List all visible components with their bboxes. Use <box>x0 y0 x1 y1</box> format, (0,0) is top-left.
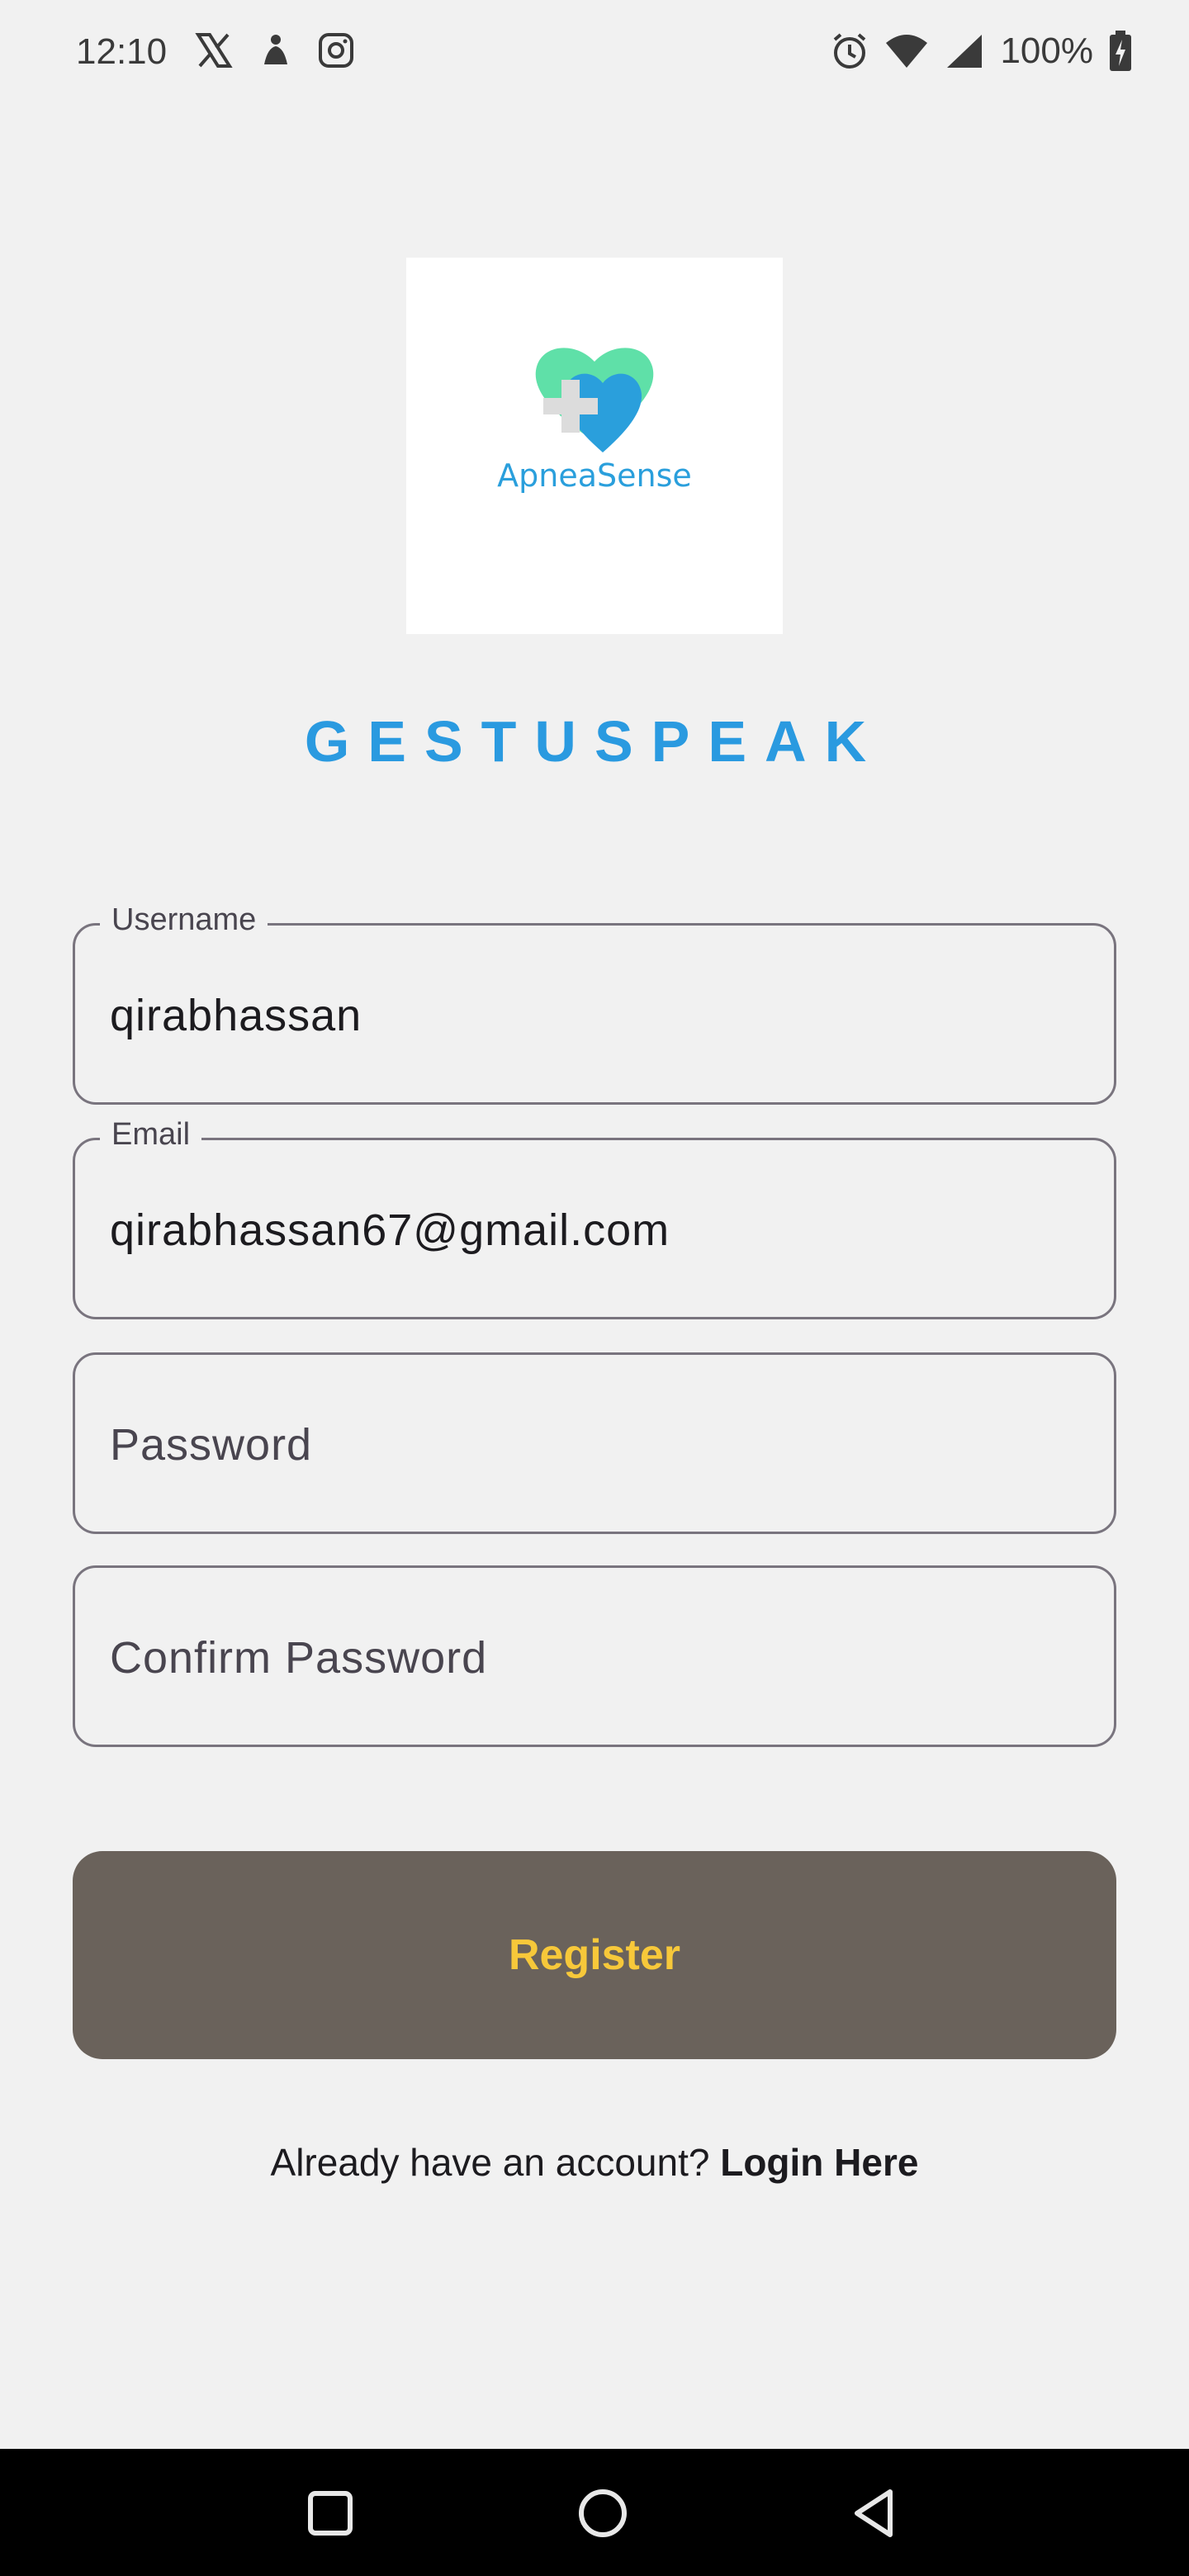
home-icon[interactable] <box>571 2482 634 2545</box>
status-bar: 12:10 100% <box>0 0 1189 107</box>
alarm-icon <box>834 33 866 69</box>
login-prompt: Already have an account? Login Here <box>0 2140 1189 2185</box>
signal-icon <box>947 35 983 68</box>
battery-icon <box>1110 31 1131 71</box>
username-field[interactable]: Username qirabhassan <box>73 902 1116 1105</box>
password-field[interactable]: Password <box>73 1352 1116 1534</box>
app-logo: ApneaSense <box>406 258 783 634</box>
logo-text: ApneaSense <box>497 457 692 494</box>
notification-icon <box>264 35 287 64</box>
confirm-password-field[interactable]: Confirm Password <box>73 1565 1116 1747</box>
confirm-password-placeholder: Confirm Password <box>110 1633 488 1683</box>
register-button-label: Register <box>508 1931 681 1979</box>
app-title: GESTUSPEAK <box>304 709 885 774</box>
status-time: 12:10 <box>76 31 168 72</box>
register-button[interactable]: Register <box>73 1851 1116 2059</box>
email-field[interactable]: Email qirabhassan67@gmail.com <box>73 1117 1116 1319</box>
password-placeholder: Password <box>110 1420 313 1470</box>
username-label: Username <box>100 902 268 938</box>
login-prompt-text: Already have an account? <box>270 2141 721 2184</box>
username-value: qirabhassan <box>110 991 362 1040</box>
status-right-icons: 100% <box>830 30 1133 73</box>
back-icon[interactable] <box>844 2482 907 2545</box>
email-value: qirabhassan67@gmail.com <box>110 1205 670 1255</box>
email-label: Email <box>100 1117 202 1153</box>
wifi-icon <box>886 35 928 68</box>
recents-icon[interactable] <box>299 2482 362 2545</box>
heart-cross-logo-icon <box>535 348 654 452</box>
instagram-icon <box>319 33 353 68</box>
x-icon <box>195 33 233 68</box>
status-left-icons <box>195 31 355 69</box>
battery-percentage: 100% <box>1000 31 1093 71</box>
login-here-link[interactable]: Login Here <box>720 2141 918 2184</box>
navigation-bar <box>0 2449 1189 2576</box>
